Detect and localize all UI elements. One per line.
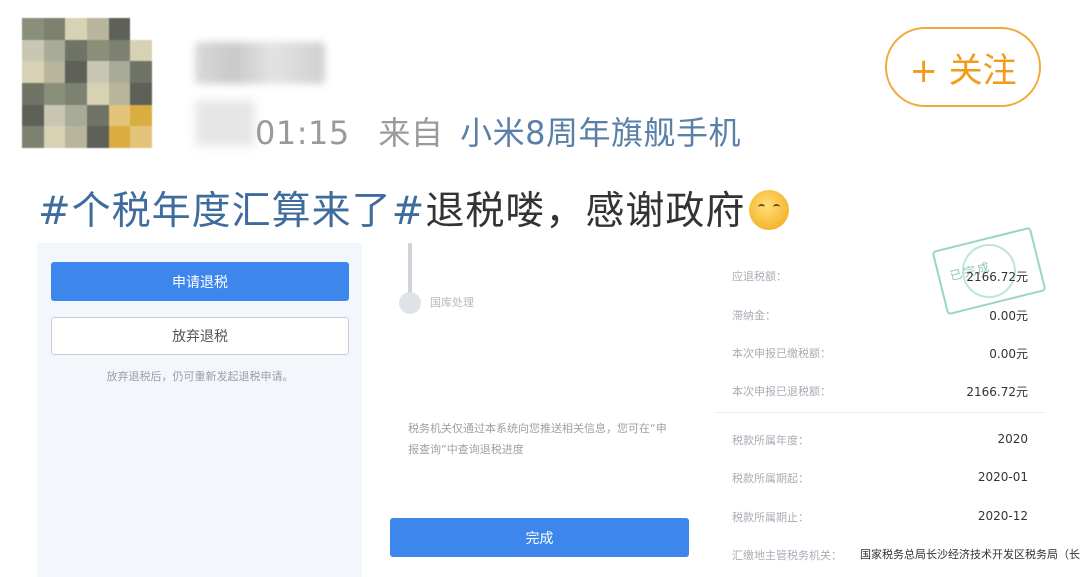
avatar-pixel xyxy=(65,18,87,40)
avatar-pixel xyxy=(65,104,87,127)
avatar-pixel xyxy=(108,39,131,62)
avatar-pixel xyxy=(86,126,109,148)
source-prefix: 来自 xyxy=(378,114,444,152)
refund-amount-value: 2166.72元 xyxy=(966,270,1028,284)
tax-authority-label: 汇缴地主管税务机关： xyxy=(732,549,842,562)
source-device-link[interactable]: 小米8周年旗舰手机 xyxy=(460,114,741,152)
avatar-pixel xyxy=(65,61,87,83)
refund-amount-label: 应退税额： xyxy=(732,270,787,283)
avatar-pixel xyxy=(86,39,109,62)
post-body-text: 退税喽，感谢政府 xyxy=(425,189,746,234)
avatar-pixel xyxy=(43,126,66,148)
avatar-pixel xyxy=(65,82,87,105)
user-avatar[interactable] xyxy=(22,18,152,148)
period-end-value: 2020-12 xyxy=(977,509,1028,523)
period-end-label: 税款所属期止： xyxy=(732,511,809,524)
avatar-pixel xyxy=(86,61,109,83)
apply-refund-button[interactable]: 申请退税 xyxy=(51,262,349,301)
avatar-pixel xyxy=(130,39,152,62)
timeline-dot-icon xyxy=(399,292,421,314)
section-divider xyxy=(715,412,1045,413)
avatar-pixel xyxy=(22,104,44,127)
period-start-value: 2020-01 xyxy=(977,470,1028,484)
avatar-pixel xyxy=(108,61,131,83)
avatar-pixel xyxy=(86,18,109,40)
abandon-refund-button[interactable]: 放弃退税 xyxy=(51,317,349,355)
avatar-pixel xyxy=(43,61,66,83)
username-blurred[interactable] xyxy=(195,42,325,84)
avatar-pixel xyxy=(22,61,44,83)
avatar-pixel xyxy=(43,18,66,40)
timeline-step-label: 国库处理 xyxy=(430,296,474,309)
time-blurred-part xyxy=(195,100,255,146)
avatar-pixel xyxy=(65,39,87,62)
avatar-pixel xyxy=(22,39,44,62)
tax-authority-value: 国家税务总局长沙经济技术开发区税务局（长沙县税务 xyxy=(860,548,1080,561)
refunded-tax-label: 本次申报已退税额： xyxy=(732,385,831,398)
avatar-pixel xyxy=(130,126,152,148)
avatar-pixel xyxy=(43,82,66,105)
post-meta: 01:15 来自 小米8周年旗舰手机 xyxy=(255,108,741,154)
done-button[interactable]: 完成 xyxy=(390,518,689,557)
hashtag-link[interactable]: #个税年度汇算来了# xyxy=(38,189,425,234)
avatar-pixel xyxy=(22,82,44,105)
avatar-pixel xyxy=(43,104,66,127)
abandon-note: 放弃退税后，仍可重新发起退税申请。 xyxy=(106,370,294,383)
late-fee-value: 0.00元 xyxy=(989,309,1028,323)
paid-tax-value: 0.00元 xyxy=(989,347,1028,361)
avatar-pixel xyxy=(86,82,109,105)
avatar-pixel xyxy=(108,126,131,148)
grinning-face-emoji-icon xyxy=(749,190,790,230)
tax-year-label: 税款所属年度： xyxy=(732,434,809,447)
avatar-pixel xyxy=(86,104,109,127)
avatar-pixel xyxy=(108,104,131,127)
avatar-pixel xyxy=(22,18,44,40)
avatar-pixel xyxy=(43,39,66,62)
follow-button[interactable]: + 关注 xyxy=(885,27,1041,107)
avatar-pixel xyxy=(130,18,152,40)
avatar-pixel xyxy=(108,18,131,40)
paid-tax-label: 本次申报已缴税额： xyxy=(732,347,831,360)
avatar-pixel xyxy=(65,126,87,148)
timeline-line xyxy=(408,243,412,293)
avatar-pixel xyxy=(130,104,152,127)
post-time: 01:15 xyxy=(255,114,350,152)
avatar-pixel xyxy=(108,82,131,105)
post-body: #个税年度汇算来了#退税喽，感谢政府 xyxy=(38,180,790,236)
late-fee-label: 滞纳金： xyxy=(732,309,776,322)
avatar-pixel xyxy=(130,61,152,83)
tax-year-value: 2020 xyxy=(997,432,1028,446)
refunded-tax-value: 2166.72元 xyxy=(966,385,1028,399)
refund-notice: 税务机关仅通过本系统向您推送相关信息，您可在“申报查询”中查询退税进度 xyxy=(408,422,667,456)
period-start-label: 税款所属期起： xyxy=(732,472,809,485)
avatar-pixel xyxy=(22,126,44,148)
avatar-pixel xyxy=(130,82,152,105)
